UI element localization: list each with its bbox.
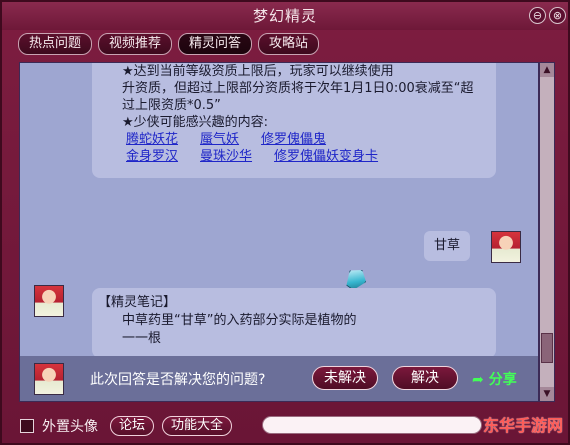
reply-title: 【精灵笔记】 xyxy=(98,295,177,310)
share-button[interactable]: ➦ 分享 xyxy=(472,369,517,389)
minimize-button[interactable]: ⊖ xyxy=(529,7,546,24)
tab-sprite-qa[interactable]: 精灵问答 xyxy=(178,33,253,55)
tab-bar: 热点问题 视频推荐 精灵问答 攻略站 xyxy=(18,33,320,55)
window-title: 梦幻精灵 xyxy=(252,7,317,25)
link-xiuluo-bianshenka[interactable]: 修罗傀儡妖变身卡 xyxy=(274,148,378,165)
share-arrow-icon: ➦ xyxy=(472,372,484,388)
answer-line: 过上限资质*0.5” xyxy=(122,98,221,113)
feedback-avatar xyxy=(34,363,64,395)
reply-line-2: 一一根 xyxy=(122,331,162,346)
solved-button[interactable]: 解决 xyxy=(392,366,458,390)
scrollbar-thumb[interactable] xyxy=(541,333,553,363)
watermark-logo: 东华手游网 xyxy=(483,416,564,435)
title-bar: 梦幻精灵 ⊖ ⊗ xyxy=(2,2,568,30)
related-title: ★少侠可能感兴趣的内容: xyxy=(122,115,269,130)
related-links-row-1: 腾蛇妖花 蜃气妖 修罗傀儡鬼 xyxy=(126,131,496,148)
close-button[interactable]: ⊗ xyxy=(549,7,566,24)
scroll-up-icon[interactable]: ▲ xyxy=(540,63,554,77)
user-avatar xyxy=(491,231,521,263)
tab-hot-questions[interactable]: 热点问题 xyxy=(18,33,93,55)
external-avatar-checkbox[interactable] xyxy=(20,419,34,433)
forum-button[interactable]: 论坛 xyxy=(110,416,155,436)
answer-line: ★达到当前等级资质上限后，玩家可以继续使用 xyxy=(122,64,394,79)
link-manzhu-shahua[interactable]: 曼珠沙华 xyxy=(200,148,252,165)
question-input[interactable] xyxy=(273,417,473,433)
link-xiuluo-kuileigui[interactable]: 修罗傀儡鬼 xyxy=(261,131,326,148)
link-shenqiyao[interactable]: 蜃气妖 xyxy=(200,131,239,148)
question-input-box[interactable] xyxy=(262,416,482,434)
feedback-bar: 此次回答是否解决您的问题? 未解决 解决 ➦ 分享 xyxy=(20,356,538,401)
unsolved-button[interactable]: 未解决 xyxy=(312,366,378,390)
feedback-question: 此次回答是否解决您的问题? xyxy=(90,372,266,388)
bot-avatar xyxy=(34,285,64,317)
bottom-toolbar: 外置头像 论坛 功能大全 xyxy=(20,415,233,437)
related-links-row-2: 金身罗汉 曼珠沙华 修罗傀儡妖变身卡 xyxy=(126,148,496,165)
link-jinshen-luohan[interactable]: 金身罗汉 xyxy=(126,148,178,165)
external-avatar-label: 外置头像 xyxy=(42,419,98,435)
answer-line: 升资质，但超过上限部分资质将于次年1月1日0:00衰减至“超 xyxy=(122,81,474,96)
features-button[interactable]: 功能大全 xyxy=(162,416,233,436)
bot-reply-bubble: 【精灵笔记】 中草药里“甘草”的入药部分实际是植物的 一一根 xyxy=(92,288,496,358)
chat-scrollbar[interactable]: ▲ ▼ xyxy=(539,62,555,402)
user-message-bubble: 甘草 xyxy=(424,231,470,261)
tab-guide-station[interactable]: 攻略站 xyxy=(258,33,320,55)
main-window: 梦幻精灵 ⊖ ⊗ 热点问题 视频推荐 精灵问答 攻略站 ★达到当前等级资质上限后… xyxy=(0,0,570,445)
chat-panel: ★达到当前等级资质上限后，玩家可以继续使用 升资质，但超过上限部分资质将于次年1… xyxy=(19,62,539,402)
tab-video-recommend[interactable]: 视频推荐 xyxy=(98,33,173,55)
scroll-down-icon[interactable]: ▼ xyxy=(540,387,554,401)
answer-bubble: ★达到当前等级资质上限后，玩家可以继续使用 升资质，但超过上限部分资质将于次年1… xyxy=(92,63,496,178)
reply-line-1: 中草药里“甘草”的入药部分实际是植物的 xyxy=(122,313,357,328)
link-tengshe-yaohua[interactable]: 腾蛇妖花 xyxy=(126,131,178,148)
share-label: 分享 xyxy=(488,372,517,388)
